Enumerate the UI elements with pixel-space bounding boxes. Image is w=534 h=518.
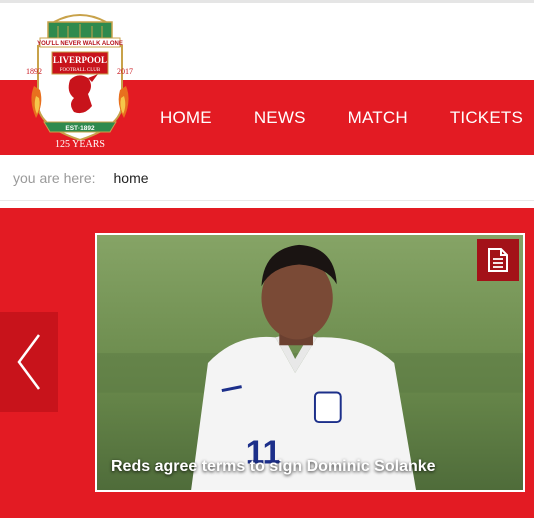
crest-name: LIVERPOOL [53,55,107,65]
breadcrumb-current[interactable]: home [114,170,149,186]
crest-year-left: 1892 [26,67,42,76]
nav-tickets[interactable]: TICKETS [450,108,523,128]
crest-anniversary: 125 YEARS [55,139,105,150]
slide-headline[interactable]: Reds agree terms to sign Dominic Solanke [111,458,436,476]
nav-news[interactable]: NEWS [254,108,306,128]
crest-established: EST·1892 [65,125,95,132]
breadcrumb: you are here: home [0,155,534,201]
nav-match[interactable]: MATCH [348,108,408,128]
top-border [0,0,534,3]
nav-home[interactable]: HOME [160,108,212,128]
carousel-prev-button[interactable] [0,312,58,412]
chevron-left-icon [17,334,41,390]
main-nav: HOME NEWS MATCH TICKETS [160,80,523,155]
crest-subname: FOOTBALL CLUB [60,68,101,73]
slide-photo: 11 [97,235,523,490]
breadcrumb-label: you are here: [13,169,96,186]
carousel-slide[interactable]: 11 Reds agree terms to sign Dominic Sola… [95,233,525,492]
crest-year-right: 2017 [117,67,133,76]
article-badge[interactable] [477,239,519,281]
document-icon [488,248,508,272]
crest-motto: YOU'LL NEVER WALK ALONE [37,41,123,47]
club-crest-logo[interactable]: YOU'LL NEVER WALK ALONE LIVERPOOL FOOTBA… [18,8,142,153]
